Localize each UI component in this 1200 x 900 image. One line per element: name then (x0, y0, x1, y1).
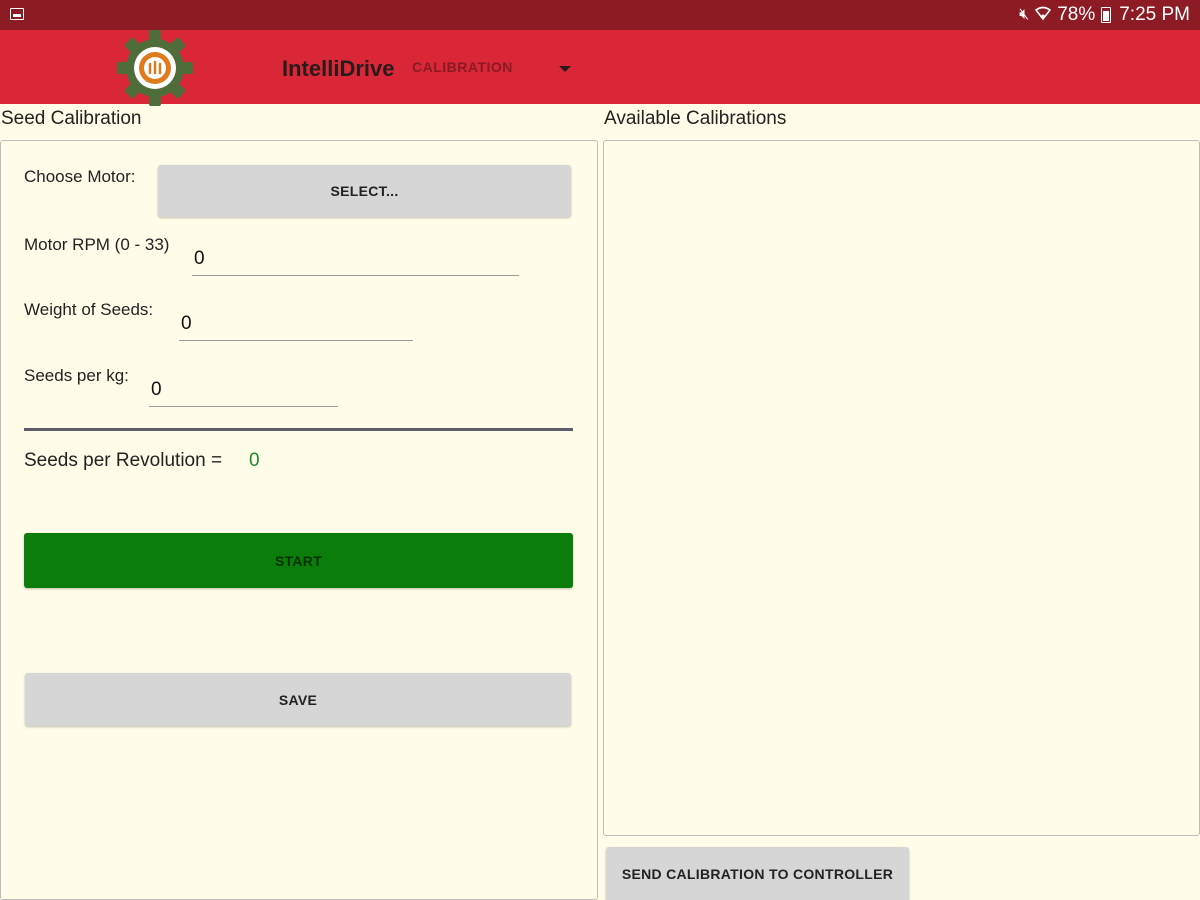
send-calibration-button[interactable]: SEND CALIBRATION TO CONTROLLER (606, 847, 909, 900)
status-bar: 🔇︎ 78% 7:25 PM (0, 0, 1200, 30)
weight-of-seeds-label: Weight of Seeds: (24, 300, 154, 319)
clock: 7:25 PM (1119, 4, 1190, 25)
seeds-per-revolution-label: Seeds per Revolution = (24, 450, 223, 471)
divider (24, 428, 573, 431)
mute-icon: 🔇︎ (1019, 6, 1030, 23)
choose-motor-label: Choose Motor: (24, 167, 136, 186)
battery-charging-icon (1101, 7, 1112, 23)
dropdown-arrow-icon (559, 66, 571, 72)
navigation-spinner[interactable]: CALIBRATION (412, 58, 582, 82)
seeds-per-kg-label: Seeds per kg: (24, 366, 129, 385)
available-calibrations-list[interactable] (603, 140, 1200, 836)
seed-calibration-title: Seed Calibration (1, 108, 142, 129)
motor-rpm-label: Motor RPM (0 - 33) (24, 235, 170, 254)
wifi-icon (1035, 5, 1052, 25)
app-title: IntelliDrive (282, 56, 395, 81)
start-button[interactable]: START (24, 533, 573, 588)
seeds-per-kg-input[interactable]: 0 (149, 373, 338, 407)
seeds-per-revolution-value: 0 (249, 450, 260, 471)
app-bar: IntelliDrive CALIBRATION (0, 30, 1200, 106)
available-calibrations-title: Available Calibrations (604, 108, 787, 129)
screenshot-icon (10, 8, 24, 20)
gear-seed-logo (116, 30, 194, 106)
status-icons: 🔇︎ 78% 7:25 PM (1019, 4, 1190, 26)
motor-rpm-input[interactable]: 0 (192, 242, 519, 276)
navigation-spinner-value: CALIBRATION (412, 59, 513, 75)
select-motor-button[interactable]: SELECT... (158, 165, 571, 217)
battery-percent: 78% (1057, 4, 1096, 25)
save-button[interactable]: SAVE (25, 673, 571, 726)
weight-of-seeds-input[interactable]: 0 (179, 307, 413, 341)
